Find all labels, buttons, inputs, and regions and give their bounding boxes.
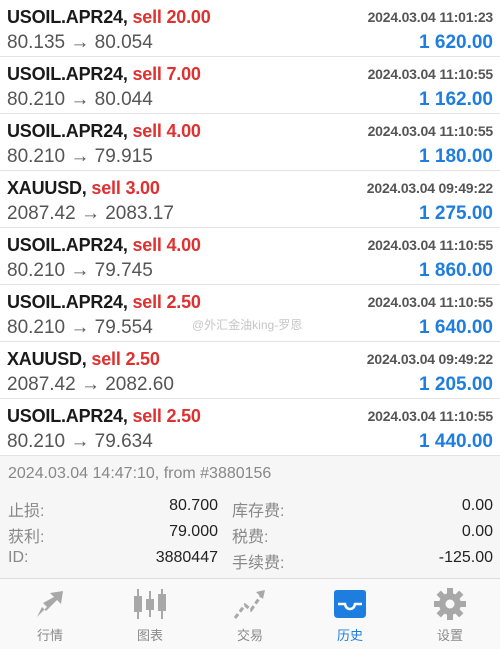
tab-label: 行情 (36, 628, 63, 643)
tab-trade[interactable]: 交易 (200, 579, 300, 649)
trade-row[interactable]: USOIL.APR24, sell 4.00 2024.03.04 11:10:… (0, 228, 500, 285)
trade-icon (232, 587, 268, 621)
trade-title: USOIL.APR24, sell 20.00 (7, 7, 211, 28)
tab-quotes[interactable]: 行情 (0, 579, 100, 649)
trade-time: 2024.03.04 11:10:55 (367, 123, 494, 139)
trade-side: sell 7.00 (132, 64, 201, 84)
swap-value: 0.00 (461, 497, 493, 514)
chart-icon (132, 587, 168, 621)
trade-profit: 1 860.00 (419, 260, 493, 281)
trade-prices: 80.210 → 79.915 (7, 146, 153, 167)
tax-label: 税费: (232, 529, 269, 546)
trade-time: 2024.03.04 09:49:22 (366, 351, 493, 367)
trade-title: XAUUSD, sell 2.50 (7, 349, 160, 370)
trade-time: 2024.03.04 11:01:23 (367, 9, 494, 25)
trade-side: sell 2.50 (132, 292, 201, 312)
trade-title: USOIL.APR24, sell 2.50 (7, 292, 201, 313)
trade-time: 2024.03.04 11:10:55 (367, 408, 494, 424)
trade-symbol: USOIL.APR24, (7, 121, 128, 141)
history-icon (332, 587, 368, 621)
trade-row[interactable]: USOIL.APR24, sell 7.00 2024.03.04 11:10:… (0, 57, 500, 114)
commission-value: -125.00 (438, 549, 493, 566)
trade-profit: 1 162.00 (419, 89, 493, 110)
trade-row[interactable]: USOIL.APR24, sell 2.50 2024.03.04 11:10:… (0, 399, 500, 456)
trade-profit: 1 180.00 (419, 146, 493, 167)
trade-prices: 80.210 → 80.044 (7, 89, 153, 110)
trade-row[interactable]: XAUUSD, sell 3.00 2024.03.04 09:49:22 20… (0, 171, 500, 228)
trade-row[interactable]: USOIL.APR24, sell 20.00 2024.03.04 11:01… (0, 0, 500, 57)
trade-side: sell 3.00 (91, 178, 160, 198)
trade-symbol: USOIL.APR24, (7, 292, 128, 312)
trade-symbol: USOIL.APR24, (7, 64, 128, 84)
id-value: 3880447 (155, 549, 218, 566)
trade-symbol: USOIL.APR24, (7, 7, 128, 27)
settings-icon (432, 587, 468, 621)
trade-title: USOIL.APR24, sell 4.00 (7, 235, 201, 256)
trade-prices: 2087.42 → 2082.60 (7, 374, 174, 395)
trade-prices: 80.210 → 79.634 (7, 431, 153, 452)
trade-side: sell 2.50 (91, 349, 160, 369)
trade-prices: 80.135 → 80.054 (7, 32, 153, 53)
trade-time: 2024.03.04 09:49:22 (366, 180, 493, 196)
id-label: ID: (8, 549, 29, 566)
trade-profit: 1 640.00 (419, 317, 493, 338)
trade-symbol: USOIL.APR24, (7, 406, 128, 426)
trade-prices: 2087.42 → 2083.17 (7, 203, 174, 224)
take-profit-value: 79.000 (169, 523, 218, 540)
trade-title: USOIL.APR24, sell 2.50 (7, 406, 201, 427)
tab-label: 图表 (136, 628, 163, 643)
trade-row[interactable]: USOIL.APR24, sell 2.50 2024.03.04 11:10:… (0, 285, 500, 342)
trade-side: sell 2.50 (132, 406, 201, 426)
trade-symbol: XAUUSD, (7, 178, 87, 198)
trade-symbol: XAUUSD, (7, 349, 87, 369)
trade-detail-panel: 2024.03.04 14:47:10, from #3880156 止损: 8… (0, 456, 500, 578)
tab-history[interactable]: 历史 (300, 579, 400, 649)
tab-label: 设置 (436, 628, 463, 643)
swap-label: 库存费: (232, 503, 285, 520)
bottom-tab-bar: 行情 图表 交易 历史 设置 (0, 578, 500, 649)
trade-title: USOIL.APR24, sell 7.00 (7, 64, 201, 85)
commission-label: 手续费: (232, 555, 285, 572)
trade-time: 2024.03.04 11:10:55 (367, 66, 494, 82)
trade-time: 2024.03.04 11:10:55 (367, 294, 494, 310)
stop-loss-value: 80.700 (169, 497, 218, 514)
tab-label: 交易 (236, 628, 263, 643)
trade-row[interactable]: XAUUSD, sell 2.50 2024.03.04 09:49:22 20… (0, 342, 500, 399)
detail-header: 2024.03.04 14:47:10, from #3880156 (8, 465, 272, 482)
tax-value: 0.00 (461, 523, 493, 540)
tab-label: 历史 (336, 628, 363, 643)
take-profit-label: 获利: (8, 529, 45, 546)
trade-side: sell 4.00 (132, 235, 201, 255)
stop-loss-label: 止损: (8, 503, 45, 520)
tab-chart[interactable]: 图表 (100, 579, 200, 649)
trade-history-list: USOIL.APR24, sell 20.00 2024.03.04 11:01… (0, 0, 500, 456)
trade-title: XAUUSD, sell 3.00 (7, 178, 160, 199)
trade-prices: 80.210 → 79.745 (7, 260, 153, 281)
tab-settings[interactable]: 设置 (400, 579, 500, 649)
trade-profit: 1 620.00 (419, 32, 493, 53)
trade-row[interactable]: USOIL.APR24, sell 4.00 2024.03.04 11:10:… (0, 114, 500, 171)
trade-side: sell 20.00 (132, 7, 211, 27)
watermark: @外汇金油king-罗恩 (192, 318, 303, 332)
trade-time: 2024.03.04 11:10:55 (367, 237, 494, 253)
trade-title: USOIL.APR24, sell 4.00 (7, 121, 201, 142)
trade-symbol: USOIL.APR24, (7, 235, 128, 255)
trade-prices: 80.210 → 79.554 (7, 317, 153, 338)
trade-profit: 1 275.00 (419, 203, 493, 224)
trade-side: sell 4.00 (132, 121, 201, 141)
trade-profit: 1 440.00 (419, 431, 493, 452)
trade-profit: 1 205.00 (419, 374, 493, 395)
quotes-icon (32, 587, 68, 621)
